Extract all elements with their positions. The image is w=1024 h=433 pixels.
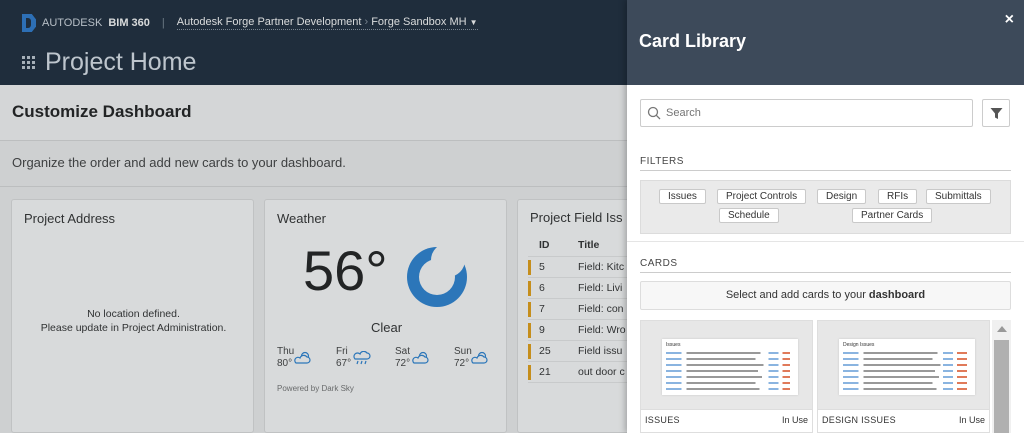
card-preview-title: Issues — [666, 342, 681, 348]
card-footer: DESIGN ISSUES In Use — [818, 409, 989, 432]
card-preview-title: Design Issues — [843, 342, 875, 348]
divider — [627, 241, 1024, 242]
filters-group: Issues Project Controls Design RFIs Subm… — [640, 180, 1011, 234]
modal-backdrop[interactable] — [0, 0, 627, 433]
close-icon[interactable]: × — [1005, 11, 1014, 29]
panel-header: Card Library × — [627, 0, 1024, 85]
card-name: DESIGN ISSUES — [822, 415, 896, 425]
card-library-panel: Card Library × FILTERS Issues Project Co… — [627, 0, 1024, 433]
scroll-up-arrow-icon[interactable] — [997, 326, 1007, 332]
card-footer: ISSUES In Use — [641, 409, 812, 432]
library-card-issues[interactable]: Issues ISSUES In Use — [640, 320, 813, 433]
card-preview-image: Design Issues — [839, 339, 975, 395]
library-card-design-issues[interactable]: Design Issues DESIGN ISSUES In Use — [817, 320, 990, 433]
filter-chip-project-controls[interactable]: Project Controls — [717, 189, 807, 204]
filter-button[interactable] — [982, 99, 1010, 127]
filter-chip-schedule[interactable]: Schedule — [719, 208, 779, 223]
filter-chip-rfis[interactable]: RFIs — [878, 189, 918, 204]
panel-title: Card Library — [639, 31, 747, 51]
search-field[interactable] — [640, 99, 973, 127]
select-cards-message-bold: dashboard — [868, 289, 926, 301]
filter-chip-submittals[interactable]: Submittals — [926, 189, 991, 204]
card-name: ISSUES — [645, 415, 680, 425]
app-root: AUTODESK BIM 360 | Autodesk Forge Partne… — [0, 0, 1024, 433]
filter-funnel-icon — [990, 108, 1003, 119]
filter-chip-design[interactable]: Design — [817, 189, 867, 204]
cards-heading: CARDS — [640, 258, 678, 269]
card-preview-image: Issues — [662, 339, 798, 395]
status-badge: In Use — [958, 415, 985, 425]
scrollbar[interactable] — [992, 320, 1011, 433]
status-badge: In Use — [781, 415, 808, 425]
scrollbar-thumb[interactable] — [994, 340, 1009, 433]
filter-chip-issues[interactable]: Issues — [659, 189, 706, 204]
search-icon — [647, 106, 661, 120]
select-cards-message-text: Select and add cards to your — [725, 289, 869, 301]
filter-chip-partner-cards[interactable]: Partner Cards — [852, 208, 933, 223]
divider — [640, 272, 1011, 273]
search-input[interactable] — [666, 104, 966, 122]
select-cards-message: Select and add cards to your dashboard — [640, 281, 1011, 310]
divider — [640, 170, 1011, 171]
filters-heading: FILTERS — [640, 156, 684, 167]
